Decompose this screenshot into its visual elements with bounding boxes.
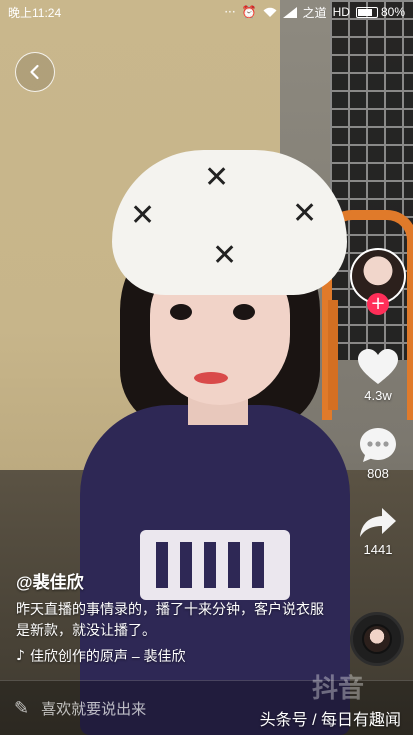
- douyin-logo: 抖音: [312, 674, 365, 704]
- comment-input[interactable]: 喜欢就要说出来: [41, 698, 146, 719]
- share-arrow-icon: [360, 508, 396, 537]
- heart-icon: [358, 349, 398, 384]
- subject-eye-right: [233, 304, 255, 320]
- music-disc-button[interactable]: [350, 612, 404, 666]
- back-button[interactable]: [15, 52, 55, 92]
- battery-fill: [357, 8, 373, 16]
- follow-button[interactable]: +: [367, 293, 389, 315]
- source-watermark: 头条号 / 每日有趣闻: [259, 712, 401, 729]
- share-button[interactable]: 1441: [347, 506, 409, 557]
- wifi-icon: [263, 7, 277, 17]
- comment-count: 808: [367, 466, 389, 481]
- subject-lips: [194, 372, 228, 384]
- video-description: 昨天直播的事情录的，播了十来分钟，客户说衣服是新款，就没让播了。: [16, 601, 324, 638]
- battery-percent: 80%: [380, 5, 405, 19]
- video-caption: @裴佳欣 昨天直播的事情录的，播了十来分钟，客户说衣服是新款，就没让播了。 ♪ …: [16, 568, 336, 666]
- carrier-name: 之道: [302, 5, 327, 20]
- plus-icon: +: [370, 293, 386, 314]
- alarm-icon: ⏰: [241, 5, 257, 19]
- chevron-left-icon: [30, 64, 39, 80]
- network-type: HD: [332, 5, 350, 19]
- author-avatar-button[interactable]: +: [350, 248, 406, 315]
- subject-eye-left: [170, 304, 192, 320]
- signal-icon: [282, 6, 297, 18]
- music-title: 佳欣创作的原声 – 裴佳欣: [29, 648, 186, 664]
- music-disc-avatar: [362, 624, 392, 654]
- battery-icon: [355, 6, 378, 18]
- pencil-icon: ✎: [14, 697, 30, 719]
- music-info[interactable]: ♪ 佳欣创作的原声 – 裴佳欣: [16, 646, 336, 666]
- author-name[interactable]: @裴佳欣: [16, 568, 336, 593]
- notification-dots: ···: [224, 5, 236, 19]
- comment-button[interactable]: 808: [347, 426, 409, 481]
- battery-indicator: 80%: [355, 5, 405, 19]
- status-bar: 晚上11:24 ··· ⏰ 之道 HD 80%: [0, 0, 413, 24]
- like-button[interactable]: 4.3w: [347, 348, 409, 403]
- subject-beret: ✕ ✕ ✕ ✕: [112, 150, 347, 295]
- chat-bubble-icon: [360, 428, 396, 462]
- status-time: 晚上11:24: [8, 5, 62, 20]
- share-count: 1441: [363, 542, 393, 557]
- music-note-icon: ♪: [16, 648, 25, 664]
- like-count: 4.3w: [364, 388, 392, 403]
